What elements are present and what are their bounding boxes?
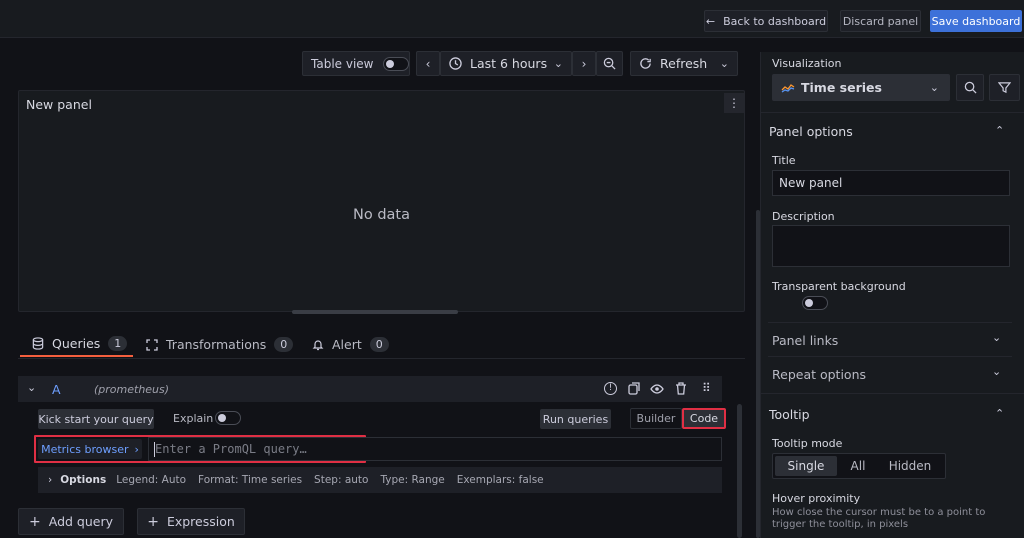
zoom-out-icon — [603, 57, 616, 70]
transform-icon — [146, 338, 158, 351]
refresh-button[interactable]: Refresh ⌄ — [630, 51, 738, 76]
chevron-right-icon: › — [134, 442, 139, 456]
filter-options-button[interactable] — [989, 74, 1020, 101]
description-textarea[interactable] — [772, 225, 1010, 267]
chevron-down-icon[interactable]: ⌄ — [992, 331, 1001, 344]
visualization-label: Visualization — [772, 57, 842, 70]
promql-query-input[interactable]: Enter a PromQL query… — [148, 437, 722, 461]
time-range-back-button[interactable]: ‹ — [416, 51, 440, 76]
panel-resize-handle[interactable] — [292, 310, 458, 314]
discard-panel-button[interactable]: Discard panel — [840, 10, 921, 32]
time-range-picker[interactable]: Last 6 hours ⌄ — [440, 51, 572, 76]
tooltip-mode-all[interactable]: All — [837, 456, 879, 476]
code-mode-button[interactable]: Code — [682, 408, 726, 429]
chevron-up-icon[interactable]: ⌃ — [995, 124, 1004, 137]
tooltip-mode-radio-group: Single All Hidden — [772, 453, 946, 479]
bell-icon — [312, 339, 324, 350]
description-label: Description — [772, 210, 835, 223]
query-datasource: (prometheus) — [94, 383, 170, 396]
query-ref-id[interactable]: A — [52, 382, 61, 397]
chevron-down-icon[interactable]: ⌄ — [992, 365, 1001, 378]
query-options-row[interactable]: › Options Legend: Auto Format: Time seri… — [38, 467, 722, 493]
tab-alert[interactable]: Alert 0 — [312, 332, 389, 357]
back-to-dashboard-button[interactable]: ← Back to dashboard — [704, 10, 828, 32]
explain-label: Explain — [173, 412, 214, 425]
filter-icon — [998, 82, 1011, 94]
panel-options-title[interactable]: Panel options — [769, 124, 853, 139]
chevron-down-icon: ⌄ — [553, 57, 563, 70]
add-query-button[interactable]: + Add query — [18, 508, 124, 535]
chevron-right-icon: › — [48, 474, 53, 486]
chevron-down-icon: ⌄ — [719, 57, 729, 70]
tooltip-mode-single[interactable]: Single — [775, 456, 837, 476]
no-data-message: No data — [353, 207, 410, 223]
add-expression-button[interactable]: + Expression — [137, 508, 245, 535]
transparent-background-toggle[interactable] — [801, 296, 828, 310]
refresh-icon — [640, 58, 651, 69]
panel-preview: New panel ⋮ No data — [18, 90, 745, 312]
hover-proximity-label: Hover proximity — [772, 492, 861, 505]
time-series-icon — [781, 83, 795, 93]
chevron-right-icon: › — [581, 56, 587, 71]
tooltip-section-title[interactable]: Tooltip — [769, 407, 810, 422]
run-queries-button[interactable]: Run queries — [540, 409, 611, 429]
explain-toggle[interactable] — [215, 411, 241, 425]
search-icon — [964, 81, 977, 94]
clock-icon — [449, 57, 462, 70]
transparent-background-label: Transparent background — [772, 280, 906, 293]
plus-icon: + — [29, 513, 41, 530]
chevron-left-icon: ‹ — [425, 56, 431, 71]
time-range-forward-button[interactable]: › — [572, 51, 596, 76]
tooltip-mode-hidden[interactable]: Hidden — [879, 456, 941, 476]
table-view-switch[interactable] — [383, 56, 409, 71]
search-options-button[interactable] — [956, 74, 984, 101]
arrow-left-icon: ← — [705, 14, 716, 28]
tab-queries[interactable]: Queries 1 — [20, 332, 133, 357]
panel-title: New panel — [26, 97, 92, 112]
plus-icon: + — [147, 513, 159, 530]
eye-icon[interactable] — [650, 383, 664, 395]
tooltip-mode-label: Tooltip mode — [772, 437, 843, 450]
query-placeholder: Enter a PromQL query… — [155, 442, 307, 456]
chevron-down-icon: ⌄ — [929, 81, 939, 94]
panel-menu-icon[interactable]: ⋮ — [724, 93, 744, 113]
table-view-toggle[interactable]: Table view — [302, 51, 410, 76]
kick-start-query-button[interactable]: Kick start your query — [38, 409, 154, 429]
title-input[interactable]: New panel — [772, 170, 1010, 196]
database-icon — [32, 337, 44, 350]
query-scrollbar[interactable] — [737, 404, 742, 538]
help-icon[interactable]: ! — [604, 382, 617, 395]
repeat-options-section[interactable]: Repeat options — [772, 367, 866, 382]
tab-transformations[interactable]: Transformations 0 — [146, 332, 294, 357]
panel-links-section[interactable]: Panel links — [772, 333, 838, 348]
chevron-up-icon[interactable]: ⌃ — [995, 407, 1004, 420]
collapse-chevron-icon[interactable]: ⌄ — [27, 381, 36, 394]
hover-proximity-description: How close the cursor must be to a point … — [772, 507, 986, 530]
zoom-out-button[interactable] — [596, 51, 623, 76]
visualization-picker[interactable]: Time series ⌄ — [772, 74, 950, 101]
builder-mode-button[interactable]: Builder — [630, 408, 682, 429]
save-dashboard-button[interactable]: Save dashboard — [930, 10, 1022, 32]
trash-icon[interactable] — [675, 382, 687, 395]
duplicate-icon[interactable] — [628, 382, 641, 395]
drag-handle-icon[interactable]: ⠿ — [702, 381, 711, 395]
metrics-browser-button[interactable]: Metrics browser › — [38, 439, 142, 459]
title-label: Title — [772, 154, 796, 167]
